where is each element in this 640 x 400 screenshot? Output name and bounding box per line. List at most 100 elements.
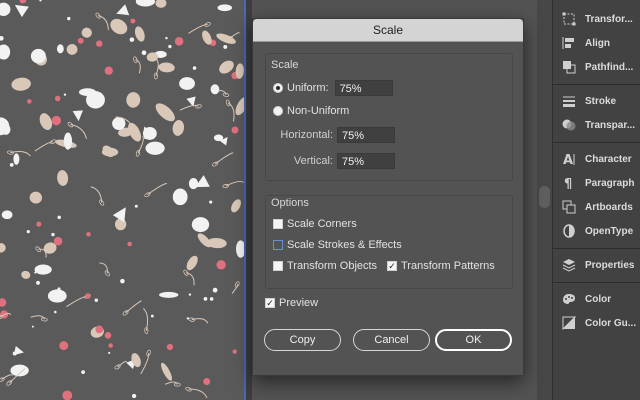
- pattern-shape: [0, 377, 5, 382]
- transform-icon: [561, 12, 577, 26]
- pattern-shape: [112, 207, 126, 223]
- scale-corners-label: Scale Corners: [287, 218, 357, 230]
- panel-transform[interactable]: Transfor...: [553, 8, 640, 30]
- pattern-shape: [47, 289, 67, 303]
- pattern-shape: [172, 188, 188, 206]
- pattern-shape: [134, 26, 145, 42]
- non-uniform-radio[interactable]: [273, 106, 283, 116]
- transform-objects-checkbox[interactable]: [273, 261, 283, 271]
- pattern-shape: [39, 0, 42, 2]
- pattern-shape: [72, 110, 83, 122]
- transform-patterns-label: Transform Patterns: [401, 260, 495, 272]
- pattern-shape: [14, 4, 29, 18]
- pattern-shape: [159, 291, 179, 298]
- uniform-radio[interactable]: [273, 83, 283, 93]
- pattern-shape: [30, 48, 46, 64]
- scrollbar-thumb[interactable]: [539, 186, 550, 208]
- panel-pathfinder[interactable]: Pathfind...: [553, 56, 640, 78]
- panel-align[interactable]: Align: [553, 32, 640, 54]
- panel-artboards[interactable]: Artboards: [553, 196, 640, 218]
- pattern-shape: [51, 115, 62, 126]
- pattern-shape: [81, 370, 85, 375]
- pattern-shape: [81, 27, 92, 38]
- scale-corners-row[interactable]: Scale Corners: [273, 218, 357, 230]
- vertical-input[interactable]: 75%: [337, 153, 395, 169]
- pattern-shape: [188, 293, 192, 296]
- transform-patterns-checkbox[interactable]: ✓: [387, 261, 397, 271]
- pattern-shape: [13, 153, 20, 165]
- horizontal-label: Horizontal:: [280, 129, 333, 141]
- panel-transparency[interactable]: Transpar...: [553, 114, 640, 136]
- pattern-shape: [209, 297, 214, 301]
- scale-strokes-row[interactable]: Scale Strokes & Effects: [273, 239, 402, 251]
- options-section-label: Options: [271, 197, 309, 209]
- pattern-shape: [150, 314, 154, 318]
- svg-text:A: A: [563, 153, 573, 166]
- pattern-shape: [66, 44, 78, 55]
- pattern-shape: [85, 293, 91, 299]
- panel-transparency-label: Transpar...: [585, 119, 636, 131]
- pattern-shape: [229, 32, 240, 39]
- color-icon: [561, 292, 577, 306]
- pattern-shape: [99, 262, 108, 274]
- pattern-shape: [62, 390, 73, 400]
- panel-artboards-label: Artboards: [585, 201, 633, 213]
- pattern-shape: [112, 117, 126, 130]
- pattern-shape: [110, 18, 128, 35]
- pattern-shape: [51, 232, 55, 237]
- pattern-shape: [95, 12, 101, 19]
- ok-button-label: OK: [465, 334, 482, 346]
- pattern-shape: [95, 40, 103, 47]
- pattern-shape: [116, 4, 130, 16]
- pattern-shape: [36, 280, 40, 285]
- cancel-button[interactable]: Cancel: [353, 329, 430, 351]
- panel-character-label: Character: [585, 153, 632, 165]
- panel-opentype[interactable]: OpenType: [553, 220, 640, 242]
- panel-color-label: Color: [585, 293, 612, 305]
- copy-button[interactable]: Copy: [264, 329, 341, 351]
- dialog-title: Scale: [372, 23, 404, 37]
- pattern-shape: [11, 77, 31, 91]
- dock-divider: [553, 248, 640, 249]
- pattern-shape: [67, 16, 71, 21]
- panel-color[interactable]: Color: [553, 288, 640, 310]
- pattern-shape: [188, 178, 199, 190]
- pattern-shape: [216, 260, 226, 270]
- pattern-shape: [135, 0, 155, 7]
- transform-patterns-row[interactable]: ✓ Transform Patterns: [387, 260, 495, 272]
- scale-corners-checkbox[interactable]: [273, 219, 283, 229]
- pattern-shape: [231, 126, 239, 134]
- panel-color-guide[interactable]: Color Gu...: [553, 312, 640, 334]
- preview-row[interactable]: ✓ Preview: [265, 297, 318, 309]
- pattern-shape: [21, 270, 31, 279]
- pattern-shape: [161, 362, 172, 381]
- pattern-shape: [35, 246, 41, 253]
- pattern-shape: [203, 378, 211, 386]
- pattern-shape: [186, 317, 189, 320]
- pattern-shape: [223, 44, 228, 49]
- horizontal-input[interactable]: 75%: [337, 127, 395, 143]
- panel-paragraph-label: Paragraph: [585, 177, 635, 189]
- panel-paragraph[interactable]: ¶ Paragraph: [553, 172, 640, 194]
- panel-stroke[interactable]: Stroke: [553, 90, 640, 112]
- dialog-title-bar[interactable]: Scale: [253, 19, 523, 42]
- pattern-shape: [166, 343, 174, 351]
- pattern-shape: [104, 332, 112, 339]
- pattern-shape: [95, 325, 104, 334]
- color-guide-icon: [561, 316, 577, 330]
- pattern-shape: [130, 18, 136, 24]
- ok-button[interactable]: OK: [435, 329, 512, 351]
- panel-character[interactable]: A Character: [553, 148, 640, 170]
- panel-properties[interactable]: Properties: [553, 254, 640, 276]
- scale-strokes-checkbox[interactable]: [273, 240, 283, 250]
- transform-objects-row[interactable]: Transform Objects: [273, 260, 377, 272]
- panel-transform-label: Transfor...: [585, 13, 633, 25]
- pattern-shape: [0, 2, 11, 16]
- preview-checkbox[interactable]: ✓: [265, 298, 275, 308]
- dock-divider: [553, 282, 640, 283]
- pattern-shape: [36, 221, 42, 227]
- pattern-shape: [120, 278, 125, 284]
- uniform-row: Uniform: 75%: [273, 80, 393, 96]
- vertical-label: Vertical:: [293, 155, 333, 167]
- uniform-input[interactable]: 75%: [334, 80, 393, 96]
